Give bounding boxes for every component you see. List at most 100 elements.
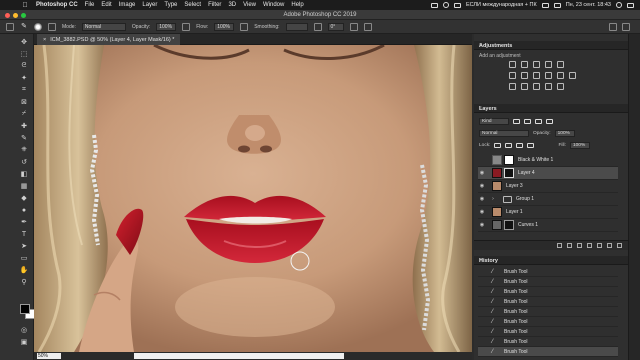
quick-select-tool-icon[interactable]: ✦ bbox=[20, 74, 28, 82]
layer-opacity-field[interactable]: 100% bbox=[554, 130, 575, 137]
menu-app-name[interactable]: Photoshop CC bbox=[36, 2, 78, 8]
brush-preset-picker[interactable] bbox=[34, 22, 42, 31]
lock-position-icon[interactable] bbox=[516, 143, 524, 148]
menu-view[interactable]: View bbox=[243, 2, 256, 8]
filter-adjustment-icon[interactable] bbox=[524, 119, 531, 124]
menu-type[interactable]: Type bbox=[164, 2, 177, 8]
photo-filter-icon[interactable] bbox=[545, 72, 552, 79]
clone-stamp-tool-icon[interactable]: ⎈ bbox=[20, 146, 28, 154]
link-icon[interactable] bbox=[557, 243, 562, 248]
layer-row[interactable]: ◉ Curves 1 bbox=[478, 219, 618, 232]
lock-transparent-icon[interactable] bbox=[494, 143, 502, 148]
selective-color-icon[interactable] bbox=[557, 83, 564, 90]
layer-row[interactable]: Black & White 1 bbox=[478, 154, 618, 167]
filter-shape-icon[interactable] bbox=[546, 119, 553, 124]
airbrush-icon[interactable] bbox=[240, 22, 249, 31]
screen-mode-icon[interactable]: ▣ bbox=[20, 338, 28, 346]
layers-panel-header[interactable]: Layers ≡ bbox=[474, 104, 628, 113]
healing-brush-tool-icon[interactable]: ✚ bbox=[20, 122, 28, 130]
menu-help[interactable]: Help bbox=[291, 2, 303, 8]
brightness-contrast-icon[interactable] bbox=[509, 61, 516, 68]
history-brush-tool-icon[interactable]: ↺ bbox=[20, 158, 28, 166]
crop-tool-icon[interactable]: ⌗ bbox=[20, 86, 28, 94]
move-tool-icon[interactable]: ✥ bbox=[20, 38, 28, 46]
clock[interactable]: Пн, 23 сент. 18:43 bbox=[566, 2, 611, 8]
panel-menu-icon[interactable]: ≡ bbox=[479, 105, 625, 111]
horizontal-scrollbar[interactable] bbox=[134, 353, 344, 359]
layer-row[interactable]: ◉ Layer 1 bbox=[478, 206, 618, 219]
document-tab[interactable]: × ICM_3882.PSD @ 50% (Layer 4, Layer Mas… bbox=[37, 34, 181, 45]
foreground-color-swatch[interactable] bbox=[20, 304, 30, 314]
posterize-icon[interactable] bbox=[521, 83, 528, 90]
layer-row-selected[interactable]: ◉ Layer 4 bbox=[478, 167, 618, 180]
pressure-size-icon[interactable] bbox=[349, 22, 358, 31]
filter-pixel-icon[interactable] bbox=[513, 119, 520, 124]
history-item[interactable]: ⁄ Brush Tool bbox=[478, 337, 618, 347]
hand-tool-icon[interactable]: ✋ bbox=[20, 266, 29, 274]
color-lookup-icon[interactable] bbox=[569, 72, 576, 79]
marquee-tool-icon[interactable]: ⬚ bbox=[20, 50, 28, 58]
levels-icon[interactable] bbox=[521, 61, 528, 68]
blend-mode-select[interactable]: Normal bbox=[479, 130, 529, 137]
vibrance-icon[interactable] bbox=[557, 61, 564, 68]
threshold-icon[interactable] bbox=[533, 83, 540, 90]
eye-icon[interactable]: ◉ bbox=[478, 209, 486, 215]
layer-mask-thumbnail[interactable] bbox=[504, 220, 514, 230]
fx-icon[interactable] bbox=[567, 243, 572, 248]
eye-icon[interactable]: ◉ bbox=[478, 183, 486, 189]
layer-mask-thumbnail[interactable] bbox=[504, 168, 514, 178]
gradient-map-icon[interactable] bbox=[545, 83, 552, 90]
layer-fill-field[interactable]: 100% bbox=[569, 142, 590, 149]
home-icon[interactable] bbox=[6, 22, 14, 31]
opacity-field[interactable]: 100% bbox=[156, 22, 177, 31]
lasso-tool-icon[interactable]: ᘓ bbox=[20, 62, 28, 70]
record-icon[interactable] bbox=[442, 2, 449, 8]
history-item[interactable]: ⁄ Brush Tool bbox=[478, 267, 618, 277]
menu-filter[interactable]: Filter bbox=[208, 2, 221, 8]
search-icon[interactable] bbox=[616, 2, 622, 8]
curves-icon[interactable] bbox=[533, 61, 540, 68]
cloud-icon[interactable] bbox=[430, 2, 438, 8]
type-tool-icon[interactable]: T bbox=[20, 230, 28, 238]
panel-menu-icon[interactable]: ≡ bbox=[479, 257, 625, 263]
eraser-tool-icon[interactable]: ◧ bbox=[20, 170, 28, 178]
gear-icon[interactable] bbox=[313, 22, 322, 31]
brush-tool-icon[interactable]: ✎ bbox=[20, 23, 28, 31]
mode-select[interactable]: Normal bbox=[81, 22, 126, 31]
hue-saturation-icon[interactable] bbox=[509, 72, 516, 79]
panel-menu-icon[interactable]: ≡ bbox=[479, 42, 625, 48]
gradient-tool-icon[interactable]: ▦ bbox=[20, 182, 28, 190]
invert-icon[interactable] bbox=[509, 83, 516, 90]
pen-tool-icon[interactable]: ✒ bbox=[20, 218, 28, 226]
quick-mask-icon[interactable]: ◎ bbox=[20, 326, 28, 334]
angle-field[interactable]: 0° bbox=[327, 22, 344, 31]
frame-tool-icon[interactable]: ⊠ bbox=[20, 98, 28, 106]
brush-settings-icon[interactable] bbox=[48, 22, 56, 31]
menu-file[interactable]: File bbox=[85, 2, 95, 8]
new-adjustment-icon[interactable] bbox=[587, 243, 592, 248]
black-white-icon[interactable] bbox=[533, 72, 540, 79]
menu-image[interactable]: Image bbox=[119, 2, 136, 8]
filter-type-icon[interactable] bbox=[535, 119, 542, 124]
history-item[interactable]: ⁄ Brush Tool bbox=[478, 327, 618, 337]
input-source-label[interactable]: ЕСЛИ международная + ПК bbox=[466, 2, 537, 8]
mail-icon[interactable] bbox=[453, 2, 461, 8]
battery-icon[interactable] bbox=[553, 2, 561, 8]
menu-select[interactable]: Select bbox=[184, 2, 201, 8]
pressure-opacity-icon[interactable] bbox=[182, 22, 191, 31]
zoom-tool-icon[interactable]: ⚲ bbox=[20, 278, 28, 286]
eye-icon[interactable]: ◉ bbox=[478, 222, 486, 228]
lock-image-icon[interactable] bbox=[505, 143, 513, 148]
eye-icon[interactable]: ◉ bbox=[478, 170, 486, 176]
symmetry-icon[interactable] bbox=[363, 22, 372, 31]
smoothing-field[interactable] bbox=[285, 22, 308, 31]
adjustments-panel-header[interactable]: Adjustments ≡ bbox=[474, 41, 628, 50]
add-mask-icon[interactable] bbox=[577, 243, 582, 248]
rectangle-tool-icon[interactable]: ▭ bbox=[20, 254, 28, 262]
workspace-icon[interactable] bbox=[622, 23, 630, 31]
flow-field[interactable]: 100% bbox=[214, 22, 235, 31]
menu-edit[interactable]: Edit bbox=[101, 2, 111, 8]
eye-icon[interactable]: ◉ bbox=[478, 196, 486, 202]
new-group-icon[interactable] bbox=[597, 243, 602, 248]
history-item[interactable]: ⁄ Brush Tool bbox=[478, 307, 618, 317]
